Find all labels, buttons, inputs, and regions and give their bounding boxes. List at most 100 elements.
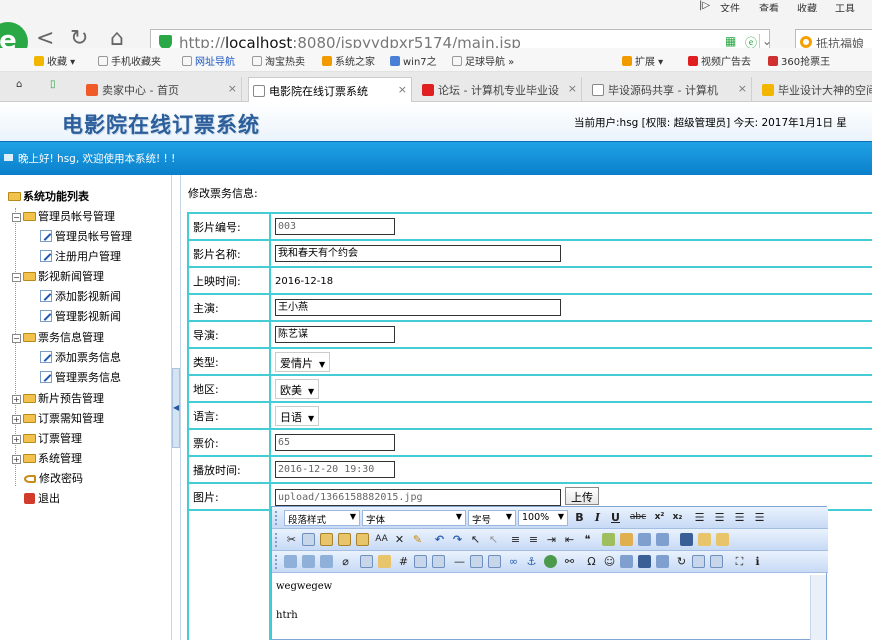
bookmark-mobile[interactable]: 手机收藏夹 xyxy=(98,53,161,68)
blockquote-icon[interactable]: ❝ xyxy=(580,532,595,547)
tree-group-trailers[interactable]: + 新片预告管理 xyxy=(12,390,104,406)
flash-icon[interactable] xyxy=(302,555,315,568)
tab-cinema-system[interactable]: 电影院在线订票系统 × xyxy=(248,77,412,102)
insert-column-icon[interactable] xyxy=(716,533,729,546)
director-input[interactable]: 陈艺谋 xyxy=(275,326,395,343)
picture-input[interactable]: upload/1366158882015.jpg xyxy=(275,489,561,507)
paragraph-style-select[interactable]: 段落样式 ▼ xyxy=(284,510,360,526)
select-icon[interactable]: ↖ xyxy=(468,532,483,547)
tree-item-add-ticket[interactable]: 添加票务信息 xyxy=(40,349,121,365)
ordered-list-icon[interactable]: ≡ xyxy=(508,532,523,547)
tree-group-news[interactable]: − 影视新闻管理 xyxy=(12,268,104,284)
release-time-value[interactable]: 2016-12-18 xyxy=(275,276,333,287)
language-select[interactable]: 日语 ▼ xyxy=(275,405,320,426)
show-time-input[interactable]: 2016-12-20 19:30 xyxy=(275,461,395,478)
template-icon[interactable] xyxy=(360,555,373,568)
film-no-input[interactable]: 003 xyxy=(275,218,395,235)
align-right-button[interactable]: ☰ xyxy=(732,510,747,525)
expand-icon[interactable]: + xyxy=(12,435,21,444)
sidebar-toggle-handle[interactable]: ◀ xyxy=(172,368,180,448)
home-icon[interactable]: ⌂ xyxy=(110,28,124,50)
film-name-input[interactable]: 我和春天有个约会 xyxy=(275,245,561,262)
eraser-icon[interactable]: ✎ xyxy=(410,532,425,547)
price-input[interactable]: 65 xyxy=(275,434,395,451)
reload-icon[interactable]: ↻ xyxy=(70,28,88,50)
align-left-button[interactable]: ☰ xyxy=(692,510,707,525)
outdent-icon[interactable]: ⇤ xyxy=(562,532,577,547)
paste-word-icon[interactable] xyxy=(356,533,369,546)
unlink-icon[interactable]: ⚯ xyxy=(562,554,577,569)
tab-source-share[interactable]: 毕设源码共享 - 计算机 × xyxy=(588,77,752,102)
link-icon[interactable]: ∞ xyxy=(506,554,521,569)
tab-graduation[interactable]: 毕业设计大神的空间 xyxy=(758,77,872,102)
about-icon[interactable]: ℹ xyxy=(750,554,765,569)
tree-root[interactable]: 系统功能列表 xyxy=(8,188,89,204)
page-break-icon[interactable] xyxy=(432,555,445,568)
spellcheck-icon[interactable] xyxy=(620,555,633,568)
delete-icon[interactable]: ✕ xyxy=(392,532,407,547)
tree-item-change-password[interactable]: 修改密码 xyxy=(24,470,83,486)
horizontal-rule-icon[interactable]: — xyxy=(452,554,467,569)
bookmark-xitong[interactable]: 系统之家 xyxy=(322,53,375,68)
date-icon[interactable] xyxy=(638,555,651,568)
tree-item-manage-tickets[interactable]: 管理票务信息 xyxy=(40,369,121,385)
text-color-icon[interactable] xyxy=(602,533,615,546)
tree-group-admin[interactable]: − 管理员帐号管理 xyxy=(12,208,115,224)
font-size-select[interactable]: 字号 ▼ xyxy=(468,510,516,526)
undo-icon[interactable]: ↶ xyxy=(432,532,447,547)
anchor-icon[interactable]: ⚓ xyxy=(524,554,539,569)
bookmark-360[interactable]: 360抢票王 xyxy=(768,53,830,68)
starring-input[interactable]: 王小燕 xyxy=(275,299,561,316)
special-char-icon[interactable]: Ω xyxy=(584,554,599,569)
format-icon[interactable] xyxy=(656,533,669,546)
subscript-button[interactable]: x₂ xyxy=(670,510,685,525)
table-icon[interactable] xyxy=(680,533,693,546)
font-family-select[interactable]: 字体 ▼ xyxy=(362,510,466,526)
tree-group-system[interactable]: + 系统管理 xyxy=(12,450,82,466)
type-select[interactable]: 爱情片 ▼ xyxy=(275,351,331,372)
align-center-button[interactable]: ☰ xyxy=(712,510,727,525)
iframe-icon[interactable] xyxy=(414,555,427,568)
tab-seller-center[interactable]: 卖家中心 - 首页 × xyxy=(82,77,242,102)
print-icon[interactable] xyxy=(710,555,723,568)
region-select[interactable]: 欧美 ▼ xyxy=(275,378,320,399)
refresh-icon[interactable]: ↻ xyxy=(674,554,689,569)
bookmark-extensions[interactable]: 扩展 ▾ xyxy=(622,53,663,68)
upload-button[interactable]: 上传 xyxy=(565,486,599,505)
expand-icon[interactable]: + xyxy=(12,455,21,464)
preview-icon[interactable] xyxy=(692,555,705,568)
align-justify-button[interactable]: ☰ xyxy=(752,510,767,525)
image-icon[interactable] xyxy=(284,555,297,568)
expand-icon[interactable]: + xyxy=(12,415,21,424)
collapse-icon[interactable]: − xyxy=(12,334,21,343)
tree-group-tickets[interactable]: − 票务信息管理 xyxy=(12,329,104,345)
qr-icon[interactable]: ▦ xyxy=(725,34,736,48)
paste-icon[interactable] xyxy=(320,533,333,546)
bookmark-nav[interactable]: 网址导航 xyxy=(182,53,235,68)
strikethrough-button[interactable]: abc xyxy=(626,510,650,525)
editor-content[interactable]: wegwegew htrh xyxy=(272,575,812,640)
tree-item-add-news[interactable]: 添加影视新闻 xyxy=(40,288,121,304)
fullscreen-icon[interactable]: ⛶ xyxy=(732,554,747,569)
menu-restore-icon[interactable]: |▷ xyxy=(699,0,710,11)
tree-item-registered-users[interactable]: 注册用户管理 xyxy=(40,248,121,264)
italic-button[interactable]: I xyxy=(590,510,605,525)
time-icon[interactable] xyxy=(656,555,669,568)
find-icon[interactable]: AA xyxy=(374,532,389,547)
redo-icon[interactable]: ↷ xyxy=(450,532,465,547)
bookmark-win7[interactable]: win7之 xyxy=(390,53,437,68)
attach-icon[interactable]: ⌀ xyxy=(338,554,353,569)
tree-item-manage-news[interactable]: 管理影视新闻 xyxy=(40,308,121,324)
paste-text-icon[interactable] xyxy=(338,533,351,546)
bookmark-taobao[interactable]: 淘宝热卖 xyxy=(252,53,305,68)
symbol-box-icon[interactable] xyxy=(488,555,501,568)
background-color-icon[interactable] xyxy=(620,533,633,546)
bold-button[interactable]: B xyxy=(572,510,587,525)
unordered-list-icon[interactable]: ≡ xyxy=(526,532,541,547)
indent-icon[interactable]: ⇥ xyxy=(544,532,559,547)
map-icon[interactable] xyxy=(544,555,557,568)
superscript-button[interactable]: x² xyxy=(652,510,667,525)
collapse-icon[interactable]: − xyxy=(12,213,21,222)
tree-group-notice[interactable]: + 订票需知管理 xyxy=(12,410,104,426)
tree-group-orders[interactable]: + 订票管理 xyxy=(12,430,82,446)
